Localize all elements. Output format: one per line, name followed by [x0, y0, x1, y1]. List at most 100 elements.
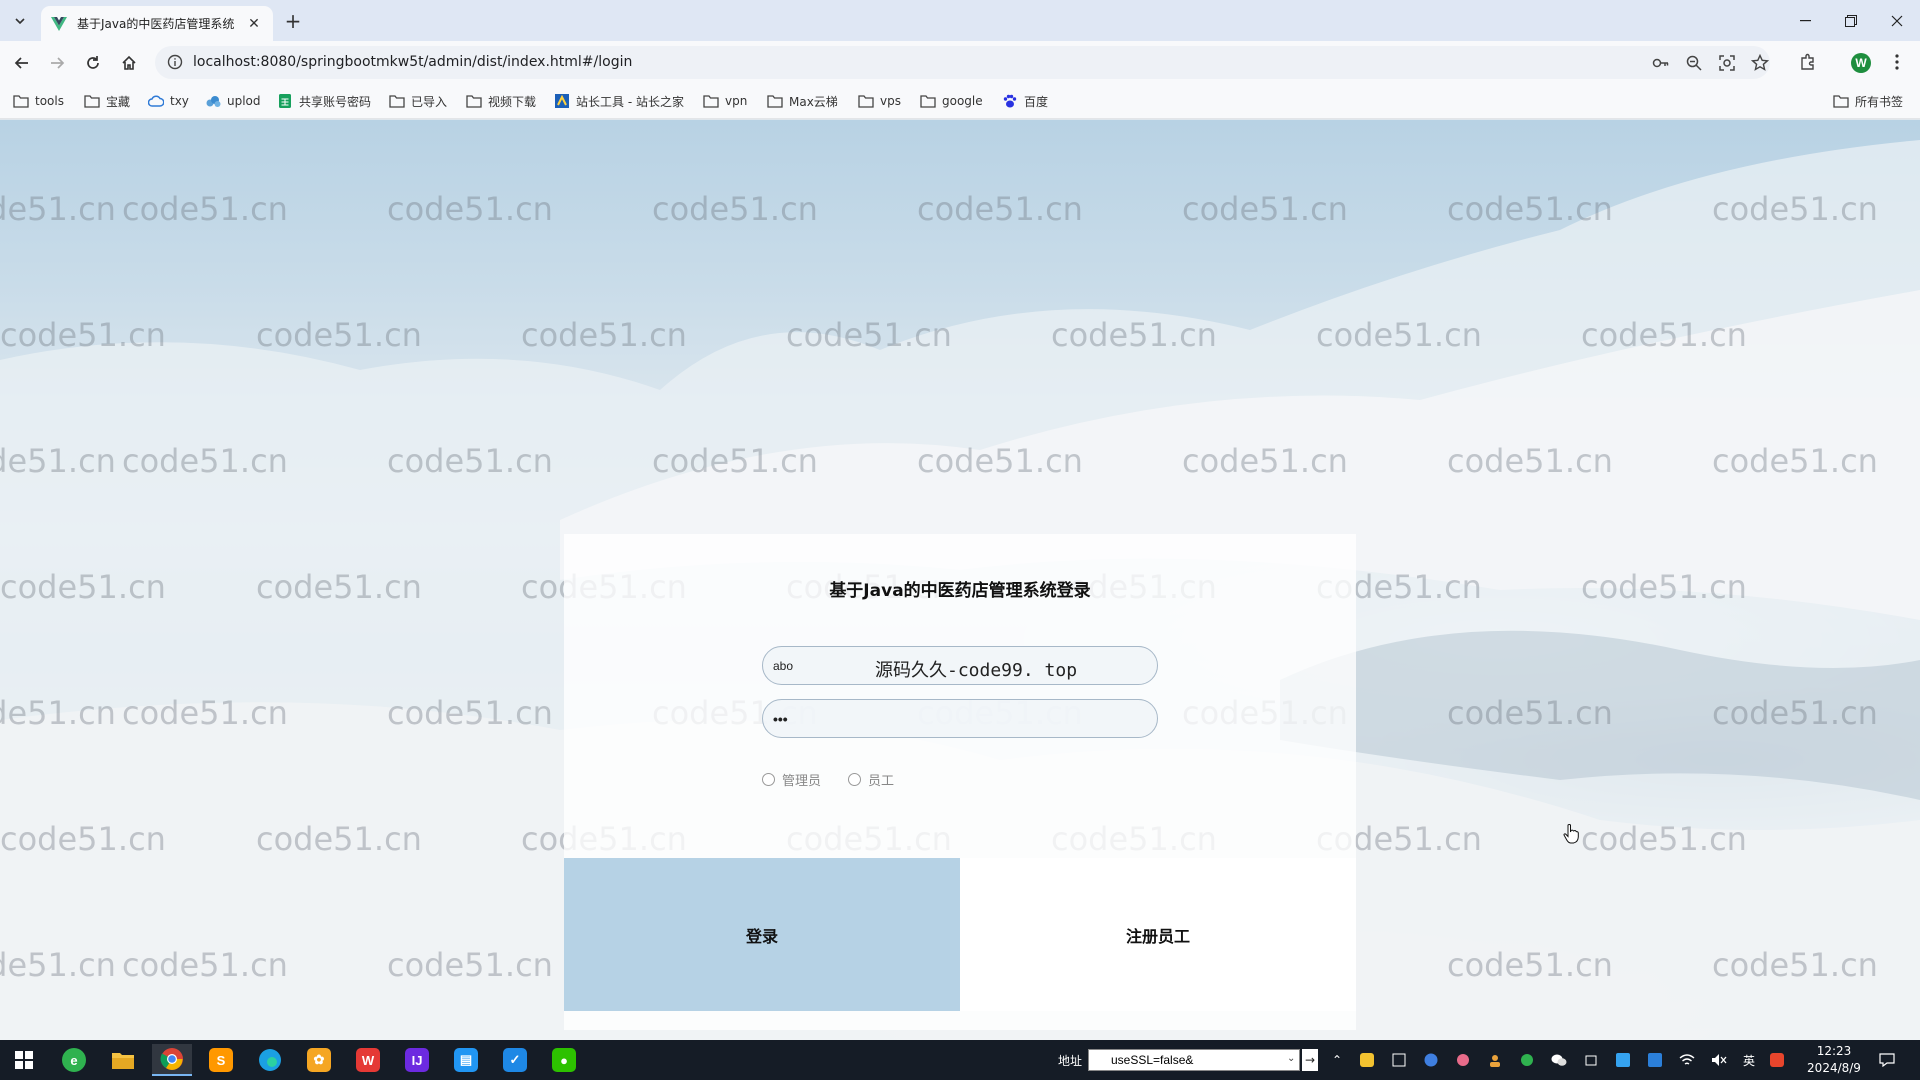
- role-radio-staff[interactable]: 员工: [848, 770, 895, 789]
- login-panel: 基于Java的中医药店管理系统登录 源码久久-code99. top 管理员 员…: [564, 534, 1356, 1030]
- bookmark-all[interactable]: 所有书签: [1833, 92, 1903, 110]
- browser-toolbar: localhost:8080/springbootmkw5t/admin/dis…: [0, 41, 1920, 83]
- password-key-icon[interactable]: [1652, 54, 1670, 72]
- register-staff-button[interactable]: 注册员工: [960, 858, 1356, 1011]
- bookmark-google[interactable]: google: [920, 92, 983, 110]
- upload-cloud-icon: [205, 93, 221, 109]
- windows-start-icon[interactable]: [4, 1044, 44, 1076]
- folder-icon: [13, 93, 29, 109]
- wps-icon[interactable]: W: [348, 1044, 388, 1076]
- tray-flower-icon[interactable]: [1454, 1051, 1472, 1069]
- app-orange-icon[interactable]: ✿: [299, 1044, 339, 1076]
- role-label-admin: 管理员: [782, 773, 822, 789]
- folder-icon: [920, 93, 936, 109]
- zoom-icon[interactable]: [1685, 54, 1703, 72]
- username-field[interactable]: 源码久久-code99. top: [762, 646, 1158, 685]
- minimize-icon[interactable]: [1782, 0, 1828, 41]
- tray-expand-chevron-icon[interactable]: ⌃: [1328, 1051, 1346, 1069]
- role-label-staff: 员工: [868, 773, 895, 789]
- folder-icon: [858, 93, 874, 109]
- bookmark-baidu[interactable]: 百度: [1002, 92, 1048, 110]
- restore-icon[interactable]: [1828, 0, 1874, 41]
- site-info-icon[interactable]: [167, 54, 184, 71]
- folder-icon: [389, 93, 405, 109]
- blue-app-icon[interactable]: ▤: [446, 1044, 486, 1076]
- profile-avatar[interactable]: W: [1851, 53, 1871, 73]
- browser-360-icon[interactable]: e: [54, 1044, 94, 1076]
- cloud-icon: [148, 93, 164, 109]
- bookmark-star-icon[interactable]: [1751, 54, 1769, 72]
- bookmark-chinaz[interactable]: 站长工具 - 站长之家: [554, 92, 684, 110]
- bookmark-video-download[interactable]: 视频下载: [466, 92, 536, 110]
- radio-circle-icon[interactable]: [762, 772, 775, 786]
- kebab-menu-icon[interactable]: [1885, 50, 1909, 74]
- screenshot-lens-icon[interactable]: [1718, 54, 1736, 72]
- tray-blue-app-icon[interactable]: [1614, 1051, 1632, 1069]
- close-window-icon[interactable]: [1874, 0, 1920, 41]
- folder-icon: [1833, 93, 1849, 109]
- back-arrow-icon[interactable]: [8, 49, 36, 77]
- taskbar-address-input[interactable]: useSSL=false& ⌄: [1088, 1049, 1300, 1071]
- address-go-arrow-icon[interactable]: →: [1302, 1049, 1318, 1071]
- browser-tab-bar: 基于Java的中医药店管理系统 ✕ +: [0, 0, 1920, 41]
- password-input[interactable]: [773, 700, 1143, 737]
- tray-network-icon[interactable]: [1678, 1051, 1696, 1069]
- tray-device-icon[interactable]: [1582, 1051, 1600, 1069]
- taskbar-address-value: useSSL=false&: [1111, 1053, 1194, 1067]
- file-explorer-icon[interactable]: [103, 1044, 143, 1076]
- tab-close-icon[interactable]: ✕: [245, 15, 263, 33]
- bookmark-vps[interactable]: vps: [858, 92, 901, 110]
- tray-ime-indicator[interactable]: 英: [1740, 1051, 1758, 1069]
- tray-vscode-icon[interactable]: [1646, 1051, 1664, 1069]
- tray-wechat-icon[interactable]: [1550, 1051, 1568, 1069]
- tray-vs-icon[interactable]: [1422, 1051, 1440, 1069]
- url-text: localhost:8080/springbootmkw5t/admin/dis…: [193, 54, 633, 70]
- login-page: code51.cn code51.cn code51.cn code51.cn …: [0, 120, 1920, 1040]
- sheet-icon: [277, 93, 293, 109]
- source-overlay-text: 源码久久-code99. top: [875, 660, 1078, 681]
- bookmark-uplod[interactable]: uplod: [205, 92, 261, 110]
- tray-sync-icon[interactable]: [1518, 1051, 1536, 1069]
- bookmark-imported[interactable]: 已导入: [389, 92, 447, 110]
- folder-icon: [767, 93, 783, 109]
- hand-cursor-icon: [1563, 824, 1579, 844]
- dropdown-chevron-icon[interactable]: ⌄: [1287, 1053, 1295, 1064]
- wechat-icon[interactable]: ●: [544, 1044, 584, 1076]
- login-button[interactable]: 登录: [564, 858, 960, 1011]
- bookmark-shared-accounts[interactable]: 共享账号密码: [277, 92, 371, 110]
- bookmark-baozang[interactable]: 宝藏: [84, 92, 130, 110]
- password-field[interactable]: [762, 699, 1158, 738]
- address-bar[interactable]: localhost:8080/springbootmkw5t/admin/dis…: [155, 46, 1770, 79]
- radio-circle-icon[interactable]: [848, 772, 861, 786]
- folder-icon: [703, 93, 719, 109]
- role-radio-admin[interactable]: 管理员: [762, 770, 822, 789]
- tray-app-yellow-icon[interactable]: [1358, 1051, 1376, 1069]
- tray-volume-muted-icon[interactable]: [1710, 1051, 1728, 1069]
- sublime-icon[interactable]: S: [201, 1044, 241, 1076]
- bookmark-tools[interactable]: tools: [13, 92, 64, 110]
- new-tab-plus-icon[interactable]: +: [281, 9, 305, 33]
- bookmark-vpn[interactable]: vpn: [703, 92, 747, 110]
- forward-arrow-icon[interactable]: [43, 49, 71, 77]
- tray-sogou-icon[interactable]: [1768, 1051, 1786, 1069]
- chrome-taskbar-icon[interactable]: [152, 1044, 192, 1076]
- bookmarks-bar: tools 宝藏 txy uplod 共享账号密码 已导入 视频下载 站长工具 …: [0, 83, 1920, 119]
- reload-icon[interactable]: [79, 49, 107, 77]
- address-toolbar-label: 地址: [1058, 1054, 1083, 1068]
- browser-tab-active[interactable]: 基于Java的中医药店管理系统 ✕: [41, 6, 273, 41]
- bookmark-max-cloud[interactable]: Max云梯: [767, 92, 838, 110]
- clock-time: 12:23: [1816, 1044, 1852, 1058]
- home-icon[interactable]: [115, 49, 143, 77]
- tab-search-chevron-icon[interactable]: [8, 9, 32, 33]
- windows-taskbar: e S ✿ W IJ ▤ ✓ ● 地址 useSSL=false& ⌄ → ⌃ …: [0, 1040, 1920, 1080]
- tray-people-icon[interactable]: [1486, 1051, 1504, 1069]
- edge-icon[interactable]: [250, 1044, 290, 1076]
- intellij-icon[interactable]: IJ: [397, 1044, 437, 1076]
- taskbar-clock[interactable]: 12:23 2024/8/9: [1806, 1043, 1862, 1077]
- notification-center-icon[interactable]: [1878, 1051, 1896, 1069]
- bookmark-txy[interactable]: txy: [148, 92, 189, 110]
- tray-screen-icon[interactable]: [1390, 1051, 1408, 1069]
- tab-title: 基于Java的中医药店管理系统: [77, 17, 235, 31]
- extensions-puzzle-icon[interactable]: [1796, 50, 1820, 74]
- visual-studio-icon[interactable]: ✓: [495, 1044, 535, 1076]
